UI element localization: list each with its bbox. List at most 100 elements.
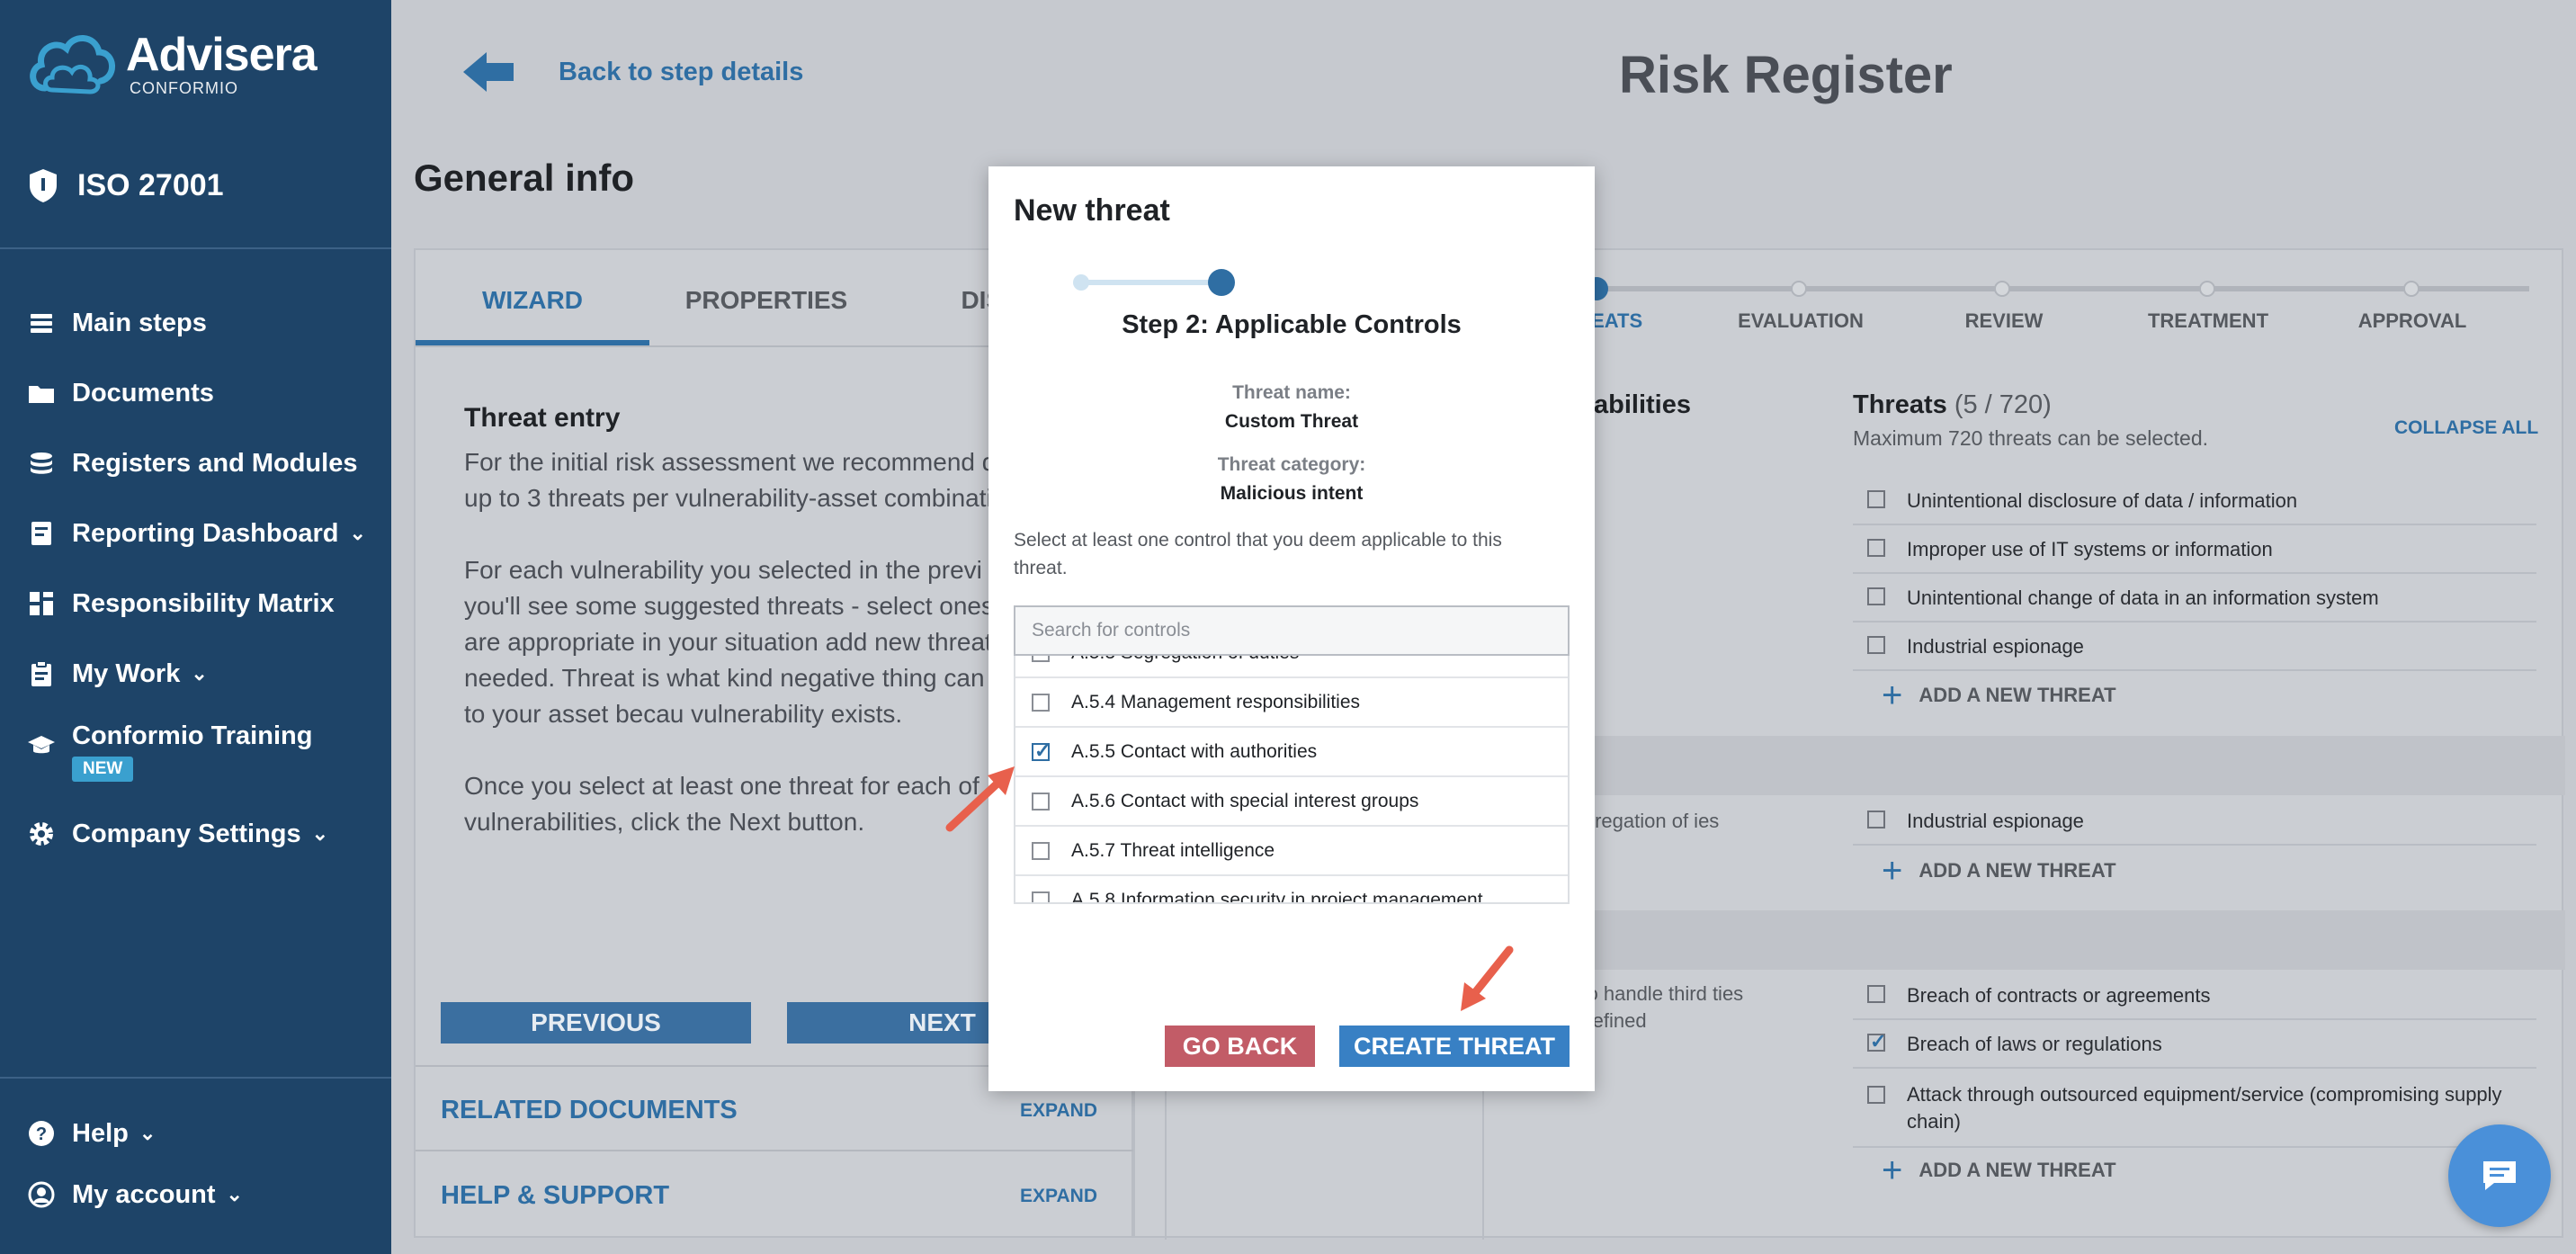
checkbox[interactable] (1867, 587, 1885, 605)
create-threat-button[interactable]: CREATE THREAT (1339, 1026, 1570, 1067)
sidebar-item-account[interactable]: My account ⌄ (27, 1164, 243, 1225)
add-threat-label: ADD A NEW THREAT (1919, 684, 2116, 706)
modal-step-dot (1073, 274, 1089, 291)
checkbox[interactable] (1032, 694, 1050, 712)
plus-icon: + (1882, 676, 1903, 715)
add-threat-button[interactable]: + ADD A NEW THREAT (1882, 851, 2116, 891)
graduation-cap-icon (28, 736, 55, 754)
section-title: General info (414, 157, 635, 199)
back-link[interactable]: Back to step details (463, 50, 803, 94)
sidebar-item-label: Responsibility Matrix (72, 588, 335, 618)
control-item[interactable]: A.5.3 Segregation of duties (1015, 656, 1568, 678)
sidebar-bottom: ? Help ⌄ My account ⌄ (27, 1103, 243, 1225)
checkbox[interactable] (1032, 793, 1050, 811)
checkbox[interactable] (1867, 811, 1885, 829)
threat-row[interactable]: Breach of contracts or agreements (1853, 973, 2536, 1020)
control-item[interactable]: A.5.4 Management responsibilities (1015, 678, 1568, 728)
step-treatment[interactable]: TREATMENT (2148, 309, 2268, 333)
arrow-left-icon (463, 52, 514, 92)
gear-icon (30, 822, 53, 846)
checkbox[interactable] (1867, 636, 1885, 654)
previous-button[interactable]: PREVIOUS (441, 1002, 751, 1044)
threat-row[interactable]: Breach of laws or regulations (1853, 1022, 2536, 1069)
threat-name-label: Threat name: (1232, 382, 1351, 403)
chevron-down-icon: ⌄ (191, 662, 208, 685)
checkbox[interactable] (1032, 842, 1050, 860)
folder-icon (29, 386, 54, 403)
expand-button[interactable]: EXPAND (1020, 1100, 1097, 1122)
checkbox[interactable] (1032, 891, 1050, 902)
sidebar-item-company-settings[interactable]: Company Settings ⌄ (27, 799, 387, 869)
standard-selector[interactable]: ISO 27001 (27, 167, 224, 203)
expand-button[interactable]: EXPAND (1020, 1186, 1097, 1207)
sidebar-item-reporting[interactable]: Reporting Dashboard ⌄ (27, 498, 387, 569)
sidebar-item-help[interactable]: ? Help ⌄ (27, 1103, 243, 1164)
controls-list[interactable]: A.5.3 Segregation of duties A.5.4 Manage… (1014, 656, 1570, 904)
threats-header: Threats (5 / 720) (1853, 390, 2052, 420)
checkbox[interactable] (1867, 539, 1885, 557)
collapse-all-button[interactable]: COLLAPSE ALL (2394, 417, 2538, 439)
logo[interactable]: Advisera CONFORMIO (25, 27, 318, 101)
plus-icon: + (1882, 1151, 1903, 1190)
threat-row[interactable]: Industrial espionage (1853, 624, 2536, 671)
sidebar-item-documents[interactable]: Documents (27, 358, 387, 428)
checkbox[interactable] (1032, 656, 1050, 662)
threat-row[interactable]: Unintentional disclosure of data / infor… (1853, 479, 2536, 525)
tab-wizard[interactable]: WIZARD (416, 250, 649, 345)
threat-category-label: Threat category: (1217, 454, 1366, 475)
threat-row[interactable]: Unintentional change of data in an infor… (1853, 576, 2536, 623)
sidebar-divider (0, 1077, 391, 1079)
threat-label: Industrial espionage (1907, 810, 2084, 832)
threat-label: Unintentional change of data in an infor… (1907, 587, 2379, 609)
sidebar-item-my-work[interactable]: My Work ⌄ (27, 639, 387, 709)
checkbox-checked[interactable] (1867, 1030, 1886, 1053)
threat-row[interactable]: Industrial espionage (1853, 799, 2536, 846)
checkbox[interactable] (1867, 985, 1885, 1003)
page-title: Risk Register (1619, 46, 1953, 104)
add-threat-button[interactable]: + ADD A NEW THREAT (1882, 1151, 2116, 1190)
sidebar-item-label: Registers and Modules (72, 448, 358, 478)
max-threats-note: Maximum 720 threats can be selected. (1853, 426, 2209, 450)
threat-label: Industrial espionage (1907, 635, 2084, 658)
step-dot (2199, 281, 2215, 297)
chevron-down-icon: ⌄ (226, 1183, 243, 1205)
step-review[interactable]: REVIEW (1965, 309, 2044, 333)
controls-search-input[interactable]: Search for controls (1014, 605, 1570, 656)
go-back-button[interactable]: GO BACK (1165, 1026, 1315, 1067)
threat-row[interactable]: Improper use of IT systems or informatio… (1853, 527, 2536, 574)
sidebar-item-main-steps[interactable]: Main steps (27, 288, 387, 358)
sidebar-item-label: Main steps (72, 308, 207, 337)
add-threat-label: ADD A NEW THREAT (1919, 1159, 2116, 1181)
add-threat-button[interactable]: + ADD A NEW THREAT (1882, 676, 2116, 715)
threat-row[interactable]: Attack through outsourced equipment/serv… (1853, 1070, 2536, 1148)
step-evaluation[interactable]: EVALUATION (1738, 309, 1864, 333)
plus-icon: + (1882, 851, 1903, 891)
related-documents-accordion[interactable]: RELATED DOCUMENTS EXPAND (441, 1096, 1097, 1125)
step-approval[interactable]: APPROVAL (2358, 309, 2467, 333)
app: Advisera CONFORMIO ISO 27001 Main steps … (0, 0, 2576, 1254)
step-dot (1791, 281, 1807, 297)
chat-button[interactable] (2448, 1124, 2551, 1227)
control-label: A.5.8 Information security in project ma… (1071, 889, 1483, 904)
sidebar-item-label: My account (72, 1179, 216, 1209)
control-item[interactable]: A.5.5 Contact with authorities (1015, 728, 1568, 777)
checkbox[interactable] (1867, 1086, 1885, 1104)
tab-properties[interactable]: PROPERTIES (649, 250, 883, 345)
sidebar-item-responsibility[interactable]: Responsibility Matrix (27, 569, 387, 639)
threats-count: (5 / 720) (1954, 390, 2052, 419)
user-icon (28, 1181, 55, 1208)
clipboard-icon (31, 660, 51, 686)
control-item[interactable]: A.5.6 Contact with special interest grou… (1015, 777, 1568, 827)
sidebar-item-training[interactable]: Conformio Training NEW (27, 709, 387, 799)
checkbox-checked[interactable] (1032, 739, 1051, 763)
control-label: A.5.6 Contact with special interest grou… (1071, 790, 1419, 811)
checkbox[interactable] (1867, 490, 1885, 508)
sidebar-item-registers[interactable]: Registers and Modules (27, 428, 387, 498)
help-support-accordion[interactable]: HELP & SUPPORT EXPAND (441, 1181, 1097, 1211)
control-item[interactable]: A.5.7 Threat intelligence (1015, 827, 1568, 876)
annotation-arrow-icon (945, 766, 1015, 832)
chevron-down-icon: ⌄ (139, 1122, 157, 1144)
threat-label: Improper use of IT systems or informatio… (1907, 538, 2273, 560)
grid-icon (30, 592, 53, 615)
control-item[interactable]: A.5.8 Information security in project ma… (1015, 876, 1568, 904)
